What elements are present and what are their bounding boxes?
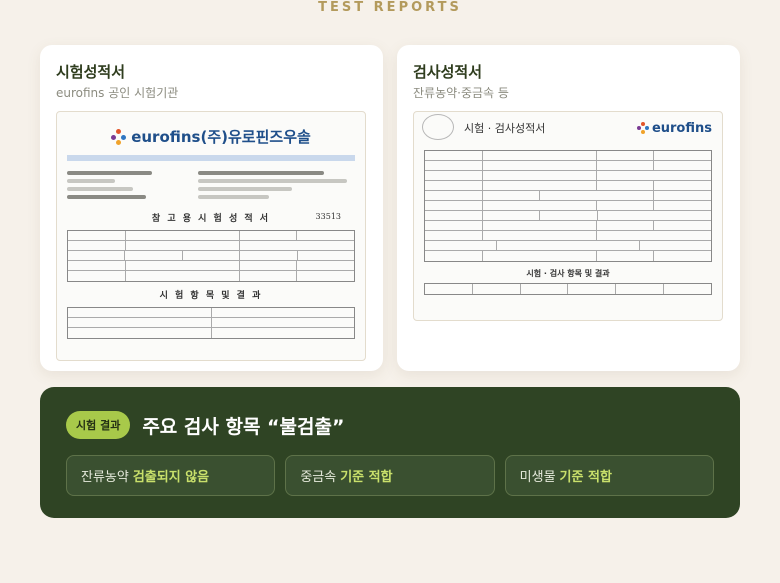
eurofins-logo-icon <box>636 122 649 134</box>
result-item-microbe: 미생물 기준 적합 <box>504 455 714 496</box>
eurofins-logo: eurofins <box>636 120 712 136</box>
card-title: 검사성적서 <box>413 63 483 81</box>
report-document-image[interactable]: eurofins(주)유로핀즈우솔 참 고 용 시 험 성 적 서 33513 … <box>56 111 366 361</box>
result-item-label: 중금속 <box>300 470 337 485</box>
report-document-image[interactable]: 시험 · 검사성적서 eurofins 시험 · 검사 항목 및 결과 <box>413 111 723 321</box>
doc-heading: 시험 · 검사성적서 <box>464 122 546 135</box>
result-item-value: 검출되지 않음 <box>132 470 210 485</box>
result-panel: 시험 결과 주요 검사 항목 “불검출” 잔류농약 검출되지 않음 중금속 기준… <box>40 387 740 518</box>
section-title: TEST REPORTS <box>318 0 462 15</box>
result-item-label: 미생물 <box>519 470 556 485</box>
eurofins-logo: eurofins(주)유로핀즈우솔 <box>67 126 355 147</box>
result-item-heavy-metal: 중금속 기준 적합 <box>285 455 495 496</box>
result-badge: 시험 결과 <box>66 411 131 439</box>
doc-heading: 참 고 용 시 험 성 적 서 <box>151 214 271 224</box>
result-item-value: 기준 적합 <box>559 470 612 485</box>
doc-logo-text: eurofins(주)유로핀즈우솔 <box>131 128 311 146</box>
doc-section-heading: 시험 · 검사 항목 및 결과 <box>526 269 610 278</box>
report-card-test[interactable]: 시험성적서 eurofins 공인 시험기관 eurofins(주)유로핀즈우솔 <box>40 45 383 371</box>
doc-number: 33513 <box>315 212 341 221</box>
eurofins-logo-icon <box>111 128 127 145</box>
report-card-inspection[interactable]: 검사성적서 잔류농약·중금속 등 시험 · 검사성적서 eurofins 시험 … <box>397 45 740 371</box>
result-item-label: 잔류농약 <box>81 470 129 485</box>
doc-section-heading: 시 험 항 목 및 결 과 <box>159 291 263 301</box>
card-title: 시험성적서 <box>56 63 126 81</box>
seal-stamp-icon <box>422 114 454 140</box>
card-subtitle: 잔류농약·중금속 등 <box>413 86 509 100</box>
doc-logo-text: eurofins <box>651 120 712 136</box>
card-subtitle: eurofins 공인 시험기관 <box>56 86 179 100</box>
result-item-value: 기준 적합 <box>340 470 393 485</box>
result-title: 주요 검사 항목 “불검출” <box>142 415 345 438</box>
result-item-pesticide: 잔류농약 검출되지 않음 <box>66 455 276 496</box>
